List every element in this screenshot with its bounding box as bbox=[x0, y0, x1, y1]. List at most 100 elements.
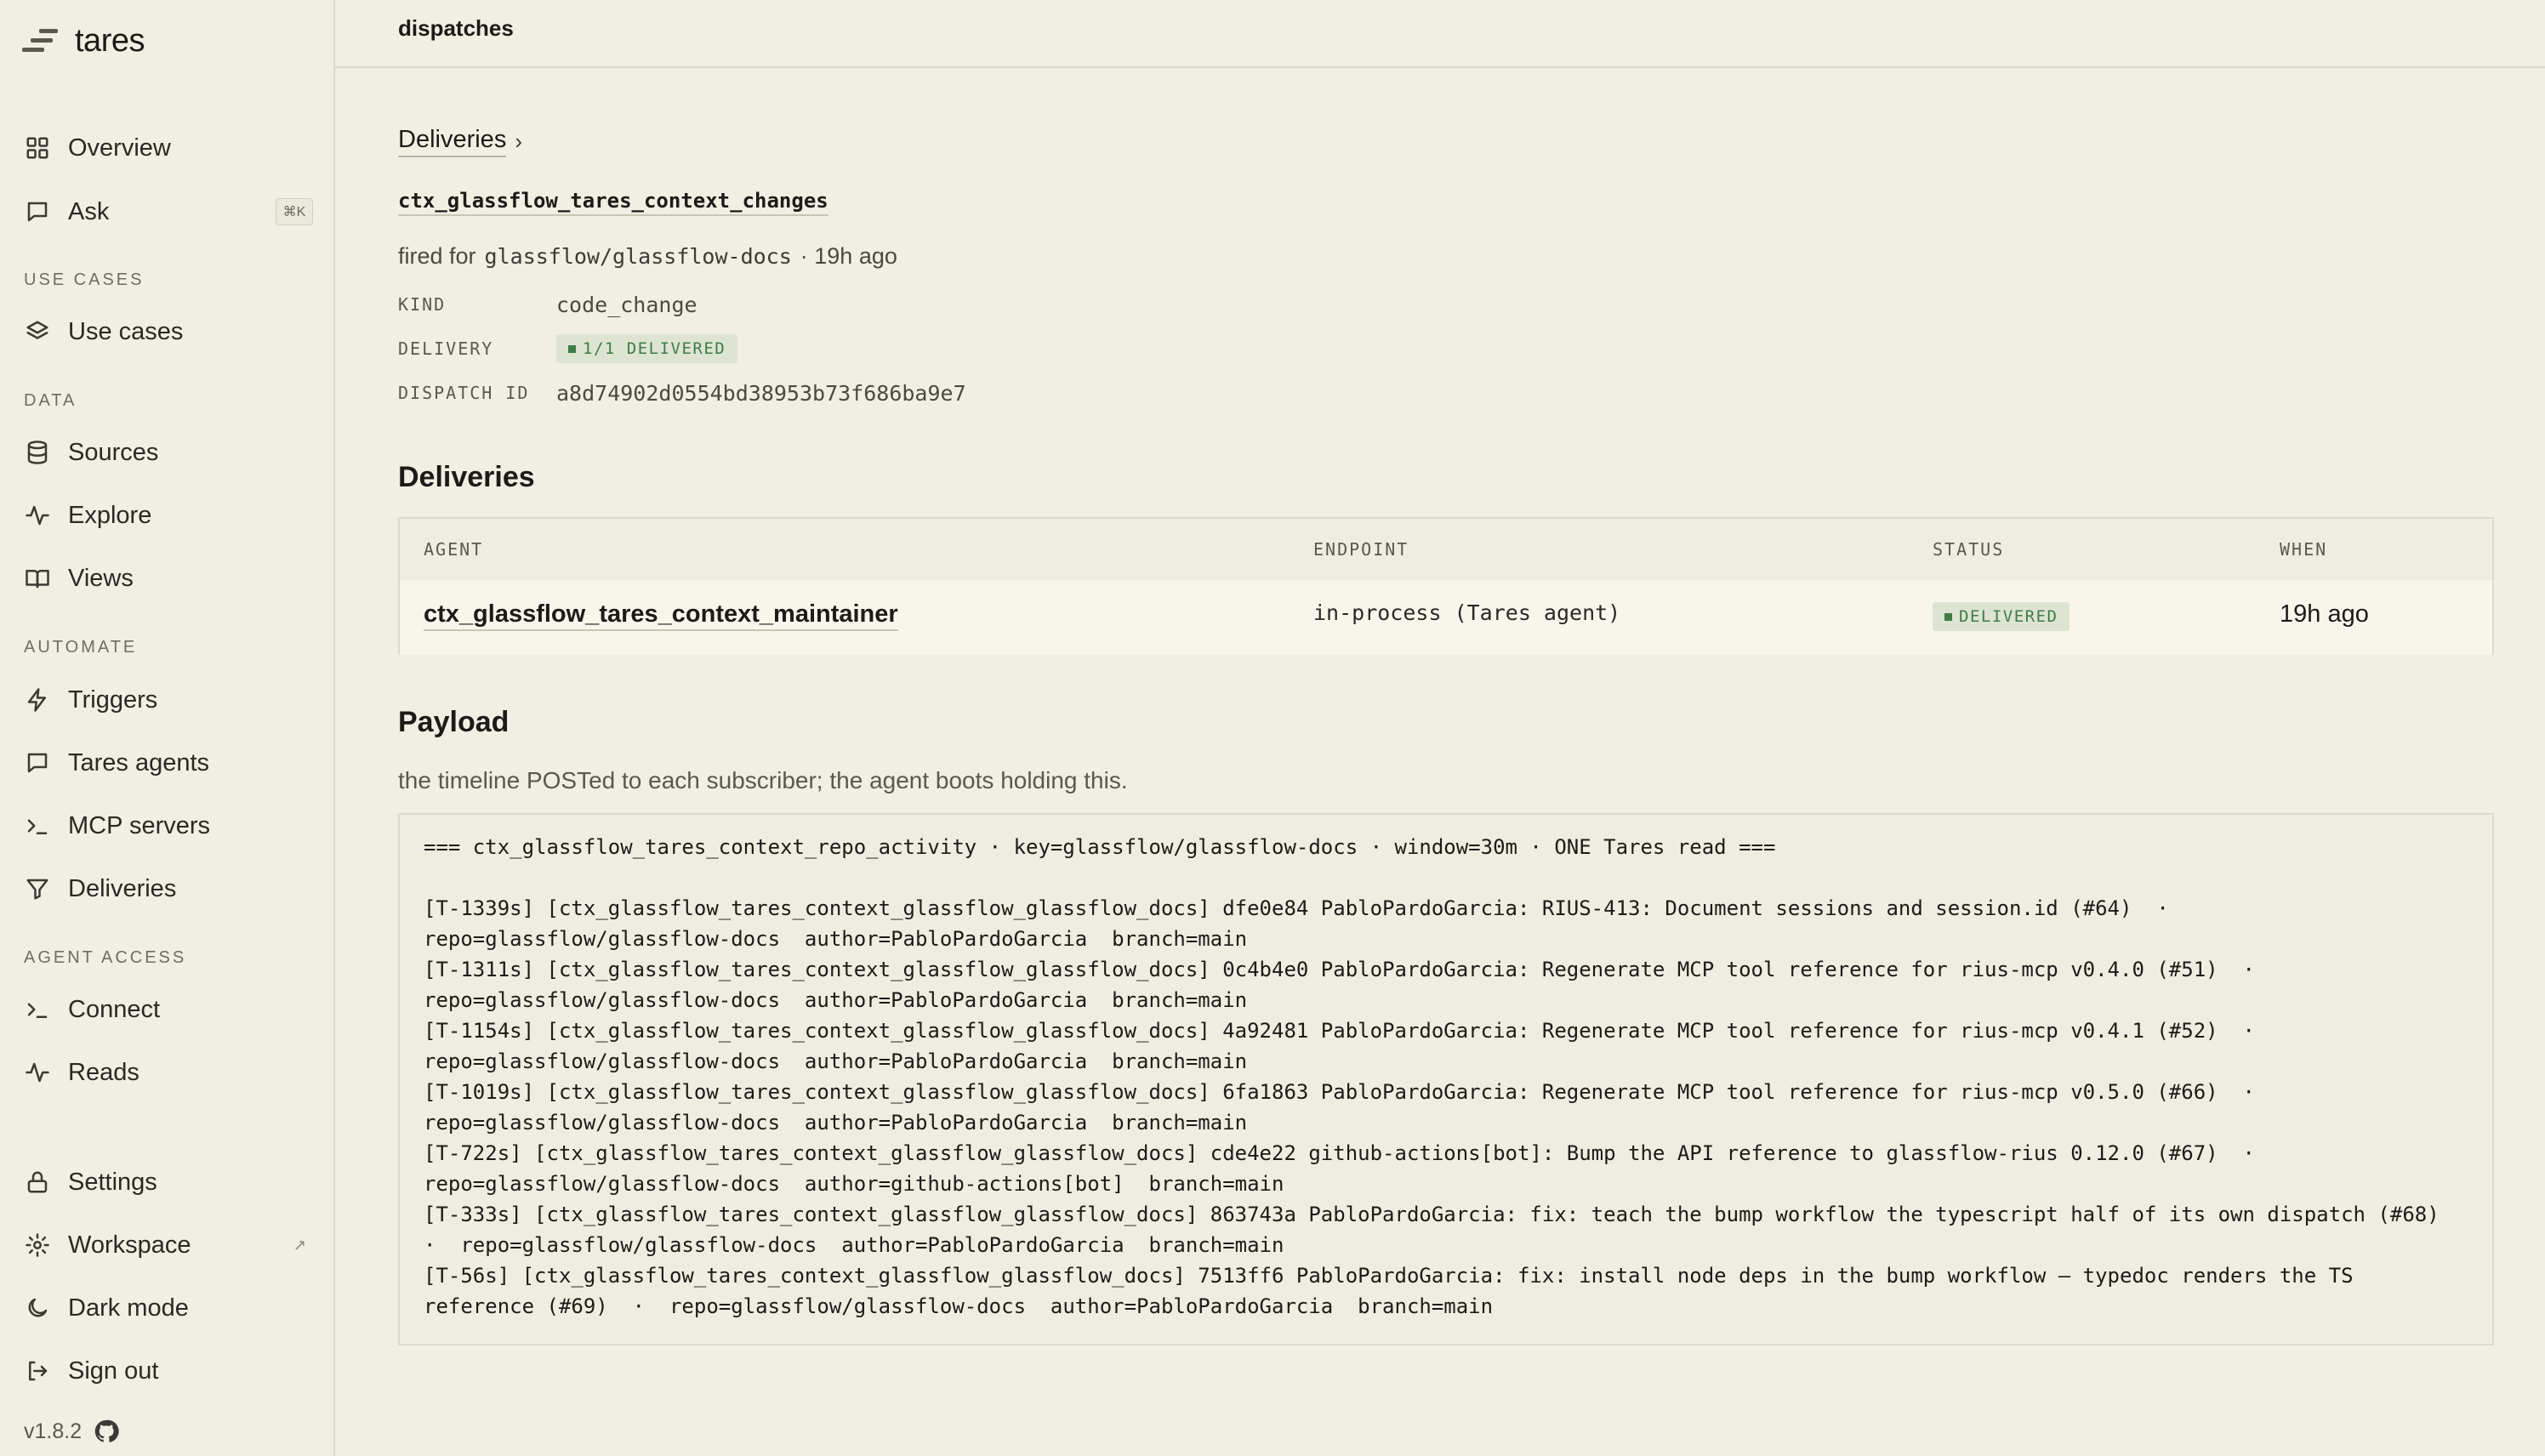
meta-key-kind: KIND bbox=[398, 294, 447, 315]
sidebar-item-label: Tares agents bbox=[68, 748, 210, 776]
status-dot-icon bbox=[1944, 612, 1952, 621]
table-header: AGENT ENDPOINT STATUS WHEN bbox=[400, 519, 2492, 582]
sidebar-item-label: Connect bbox=[68, 995, 161, 1023]
breadcrumb-deliveries-link[interactable]: Deliveries bbox=[398, 126, 507, 157]
sidebar-item-label: Ask bbox=[68, 197, 110, 225]
external-link-icon: ↗ bbox=[293, 1237, 306, 1254]
activity-icon bbox=[24, 502, 51, 529]
table-row[interactable]: ctx_glassflow_tares_context_maintainer i… bbox=[400, 580, 2492, 655]
agent-cell: ctx_glassflow_tares_context_maintainer bbox=[424, 600, 898, 631]
sidebar-item-tares-agents[interactable]: Tares agents bbox=[24, 739, 313, 787]
lock-icon bbox=[24, 1169, 51, 1196]
brand-name: tares bbox=[75, 22, 145, 59]
version-footer: v1.8.2 bbox=[24, 1419, 119, 1444]
agent-link[interactable]: ctx_glassflow_tares_context_maintainer bbox=[424, 600, 898, 631]
column-header-status: STATUS bbox=[1933, 539, 2005, 560]
sidebar-item-mcp-servers[interactable]: MCP servers bbox=[24, 802, 313, 850]
meta-key-dispatch-id: DISPATCH ID bbox=[398, 383, 530, 403]
status-dot-icon bbox=[568, 344, 576, 353]
filter-icon bbox=[24, 875, 51, 902]
sidebar-item-label: Reads bbox=[68, 1058, 139, 1086]
sidebar-item-label: Explore bbox=[68, 501, 152, 529]
meta-row-delivery: DELIVERY 1/1 DELIVERED bbox=[398, 332, 738, 366]
chat-icon bbox=[24, 198, 51, 225]
column-header-endpoint: ENDPOINT bbox=[1313, 539, 1409, 560]
sidebar-item-ask[interactable]: Ask ⌘K bbox=[24, 188, 313, 236]
status-badge: DELIVERED bbox=[1933, 602, 2070, 631]
lightning-icon bbox=[24, 686, 51, 714]
gear-icon bbox=[24, 1231, 51, 1259]
column-header-agent: AGENT bbox=[424, 539, 484, 560]
payload-heading: Payload bbox=[398, 706, 510, 738]
sidebar-item-label: Overview bbox=[68, 134, 171, 162]
chevron-right-icon: › bbox=[515, 128, 522, 154]
payload-block: === ctx_glassflow_tares_context_repo_act… bbox=[398, 813, 2494, 1345]
sidebar-item-label: Use cases bbox=[68, 317, 184, 345]
meta-value-dispatch-id: a8d74902d0554bd38953b73f686ba9e7 bbox=[556, 380, 966, 406]
sidebar-item-use-cases[interactable]: Use cases bbox=[24, 308, 313, 355]
repo-name: glassflow/glassflow-docs bbox=[484, 244, 792, 269]
sidebar-item-views[interactable]: Views bbox=[24, 555, 313, 602]
dispatch-name: ctx_glassflow_tares_context_changes bbox=[398, 189, 828, 216]
section-label-agent-access: AGENT ACCESS bbox=[24, 948, 187, 967]
sidebar-item-sources[interactable]: Sources bbox=[24, 429, 313, 476]
meta-key-delivery: DELIVERY bbox=[398, 338, 494, 359]
database-icon bbox=[24, 439, 51, 466]
sidebar-item-label: Settings bbox=[68, 1168, 157, 1196]
sidebar-item-explore[interactable]: Explore bbox=[24, 492, 313, 539]
payload-description: the timeline POSTed to each subscriber; … bbox=[398, 767, 1128, 793]
brand[interactable]: tares bbox=[20, 19, 145, 63]
sidebar-item-workspace[interactable]: Workspace ↗ bbox=[24, 1221, 313, 1269]
fired-for-line: fired for glassflow/glassflow-docs · 19h… bbox=[398, 243, 897, 270]
delivery-status-badge: 1/1 DELIVERED bbox=[556, 334, 738, 363]
grid-icon bbox=[24, 134, 51, 162]
sidebar-item-label: Workspace bbox=[68, 1231, 191, 1259]
fired-age: · 19h ago bbox=[800, 243, 897, 269]
shortcut-badge: ⌘K bbox=[276, 198, 313, 225]
meta-row-kind: KIND code_change bbox=[398, 287, 697, 321]
sidebar-item-label: Sign out bbox=[68, 1356, 159, 1385]
meta-value-kind: code_change bbox=[556, 292, 697, 317]
deliveries-table: AGENT ENDPOINT STATUS WHEN ctx_glassflow… bbox=[398, 517, 2494, 655]
column-header-when: WHEN bbox=[2280, 539, 2328, 560]
deliveries-heading: Deliveries bbox=[398, 461, 535, 493]
sidebar-item-reads[interactable]: Reads bbox=[24, 1049, 313, 1096]
status-cell: DELIVERED bbox=[1933, 602, 2070, 631]
version-label: v1.8.2 bbox=[24, 1419, 83, 1443]
status-text: DELIVERED bbox=[1959, 607, 2058, 626]
sidebar-item-label: Sources bbox=[68, 438, 159, 466]
sidebar-item-sign-out[interactable]: Sign out bbox=[24, 1347, 313, 1395]
section-label-data: DATA bbox=[24, 391, 77, 410]
payload-text: === ctx_glassflow_tares_context_repo_act… bbox=[424, 835, 2440, 1318]
page-section-title: dispatches bbox=[398, 15, 514, 41]
tares-logo-icon bbox=[22, 29, 58, 52]
sidebar-item-settings[interactable]: Settings bbox=[24, 1158, 313, 1206]
terminal-icon bbox=[24, 812, 51, 839]
sidebar-item-deliveries[interactable]: Deliveries bbox=[24, 865, 313, 913]
github-icon[interactable] bbox=[94, 1419, 119, 1444]
breadcrumb: Deliveries › bbox=[398, 126, 522, 157]
top-bar: dispatches bbox=[335, 0, 2545, 68]
sign-out-icon bbox=[24, 1357, 51, 1385]
section-label-use-cases: USE CASES bbox=[24, 270, 145, 289]
sidebar: tares Overview Ask ⌘K USE CASES Use case… bbox=[0, 0, 335, 1456]
fired-prefix: fired for bbox=[398, 243, 476, 269]
sidebar-item-connect[interactable]: Connect bbox=[24, 986, 313, 1033]
sidebar-item-triggers[interactable]: Triggers bbox=[24, 676, 313, 724]
sidebar-item-label: Triggers bbox=[68, 685, 158, 714]
sidebar-item-label: Dark mode bbox=[68, 1294, 189, 1322]
endpoint-cell: in-process (Tares agent) bbox=[1313, 600, 1621, 625]
chat-icon bbox=[24, 749, 51, 776]
sidebar-item-label: Views bbox=[68, 564, 134, 592]
book-icon bbox=[24, 565, 51, 592]
section-label-automate: AUTOMATE bbox=[24, 638, 138, 657]
sidebar-item-dark-mode[interactable]: Dark mode bbox=[24, 1284, 313, 1332]
meta-row-dispatch-id: DISPATCH ID a8d74902d0554bd38953b73f686b… bbox=[398, 376, 966, 410]
activity-icon bbox=[24, 1059, 51, 1086]
sidebar-item-overview[interactable]: Overview bbox=[24, 124, 313, 172]
delivery-status-text: 1/1 DELIVERED bbox=[583, 339, 726, 358]
when-cell: 19h ago bbox=[2280, 600, 2369, 628]
layers-icon bbox=[24, 318, 51, 345]
sidebar-item-label: Deliveries bbox=[68, 874, 177, 902]
sidebar-item-label: MCP servers bbox=[68, 811, 211, 839]
